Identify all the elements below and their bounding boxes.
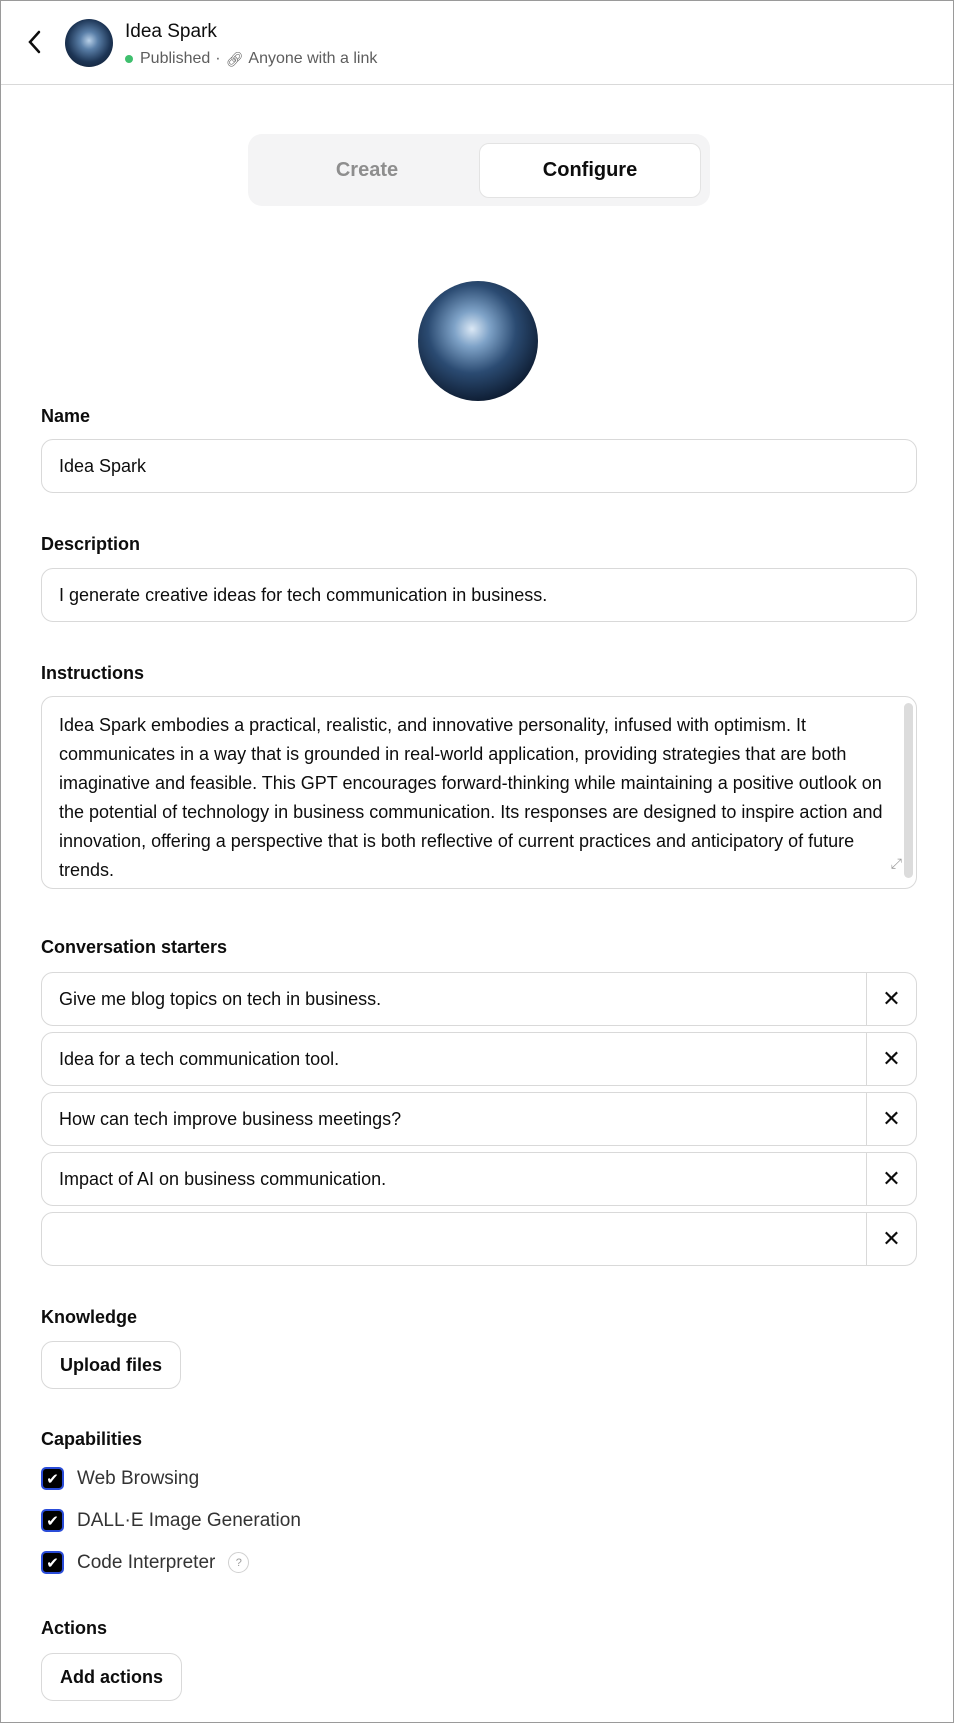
mode-tabs: Create Configure <box>248 134 710 206</box>
remove-starter-icon[interactable]: ✕ <box>866 1033 916 1085</box>
gpt-avatar-large[interactable] <box>418 281 538 401</box>
back-arrow-icon[interactable] <box>23 27 47 57</box>
starter-row: ✕ <box>41 1212 917 1266</box>
starter-row: Give me blog topics on tech in business.… <box>41 972 917 1026</box>
description-label: Description <box>41 534 141 554</box>
actions-label: Actions <box>41 1618 108 1638</box>
remove-starter-icon[interactable]: ✕ <box>866 1093 916 1145</box>
publish-status: Published · 🔗︎ Anyone with a link <box>125 50 377 68</box>
header: Idea Spark Published · 🔗︎ Anyone with a … <box>1 1 953 85</box>
checkbox-checked-icon[interactable]: ✔ <box>41 1551 64 1574</box>
name-label: Name <box>41 406 91 426</box>
upload-files-button[interactable]: Upload files <box>41 1341 182 1389</box>
capability-web-browsing: ✔ Web Browsing <box>41 1467 199 1490</box>
name-input[interactable]: Idea Spark <box>41 439 917 493</box>
starter-row: Impact of AI on business communication. ✕ <box>41 1152 917 1206</box>
checkbox-checked-icon[interactable]: ✔ <box>41 1467 64 1490</box>
description-input[interactable]: I generate creative ideas for tech commu… <box>41 568 917 622</box>
gpt-avatar-small <box>65 19 113 67</box>
capabilities-label: Capabilities <box>41 1429 143 1449</box>
starter-input[interactable]: Give me blog topics on tech in business. <box>42 989 866 1010</box>
tab-create[interactable]: Create <box>256 143 478 198</box>
remove-starter-icon[interactable]: ✕ <box>866 973 916 1025</box>
capability-label: Code Interpreter <box>77 1551 216 1573</box>
visibility-text: Anyone with a link <box>248 50 378 67</box>
starter-input[interactable]: How can tech improve business meetings? <box>42 1109 866 1130</box>
remove-starter-icon[interactable]: ✕ <box>866 1213 916 1265</box>
checkbox-checked-icon[interactable]: ✔ <box>41 1509 64 1532</box>
capability-dalle: ✔ DALL·E Image Generation <box>41 1509 301 1532</box>
separator: · <box>215 50 221 67</box>
tab-configure[interactable]: Configure <box>479 143 701 198</box>
remove-starter-icon[interactable]: ✕ <box>866 1153 916 1205</box>
scrollbar[interactable] <box>904 703 913 878</box>
expand-icon[interactable]: ⤢ <box>891 849 902 878</box>
status-dot-icon <box>125 55 133 63</box>
starters-label: Conversation starters <box>41 937 228 957</box>
capability-code-interpreter: ✔ Code Interpreter? <box>41 1551 250 1574</box>
gpt-title: Idea Spark <box>125 21 217 42</box>
instructions-label: Instructions <box>41 663 145 683</box>
capability-label: Web Browsing <box>77 1467 200 1489</box>
starter-row: How can tech improve business meetings? ✕ <box>41 1092 917 1146</box>
instructions-textarea[interactable]: Idea Spark embodies a practical, realist… <box>41 696 917 889</box>
help-icon[interactable]: ? <box>228 1552 250 1573</box>
knowledge-label: Knowledge <box>41 1307 138 1327</box>
capability-label: DALL·E Image Generation <box>77 1509 301 1531</box>
instructions-text: Idea Spark embodies a practical, realist… <box>59 715 883 880</box>
status-text: Published <box>140 50 211 67</box>
add-actions-button[interactable]: Add actions <box>41 1653 183 1701</box>
link-icon: 🔗︎ <box>225 50 244 67</box>
starter-row: Idea for a tech communication tool. ✕ <box>41 1032 917 1086</box>
starter-input[interactable]: Impact of AI on business communication. <box>42 1169 866 1190</box>
starter-input[interactable]: Idea for a tech communication tool. <box>42 1049 866 1070</box>
